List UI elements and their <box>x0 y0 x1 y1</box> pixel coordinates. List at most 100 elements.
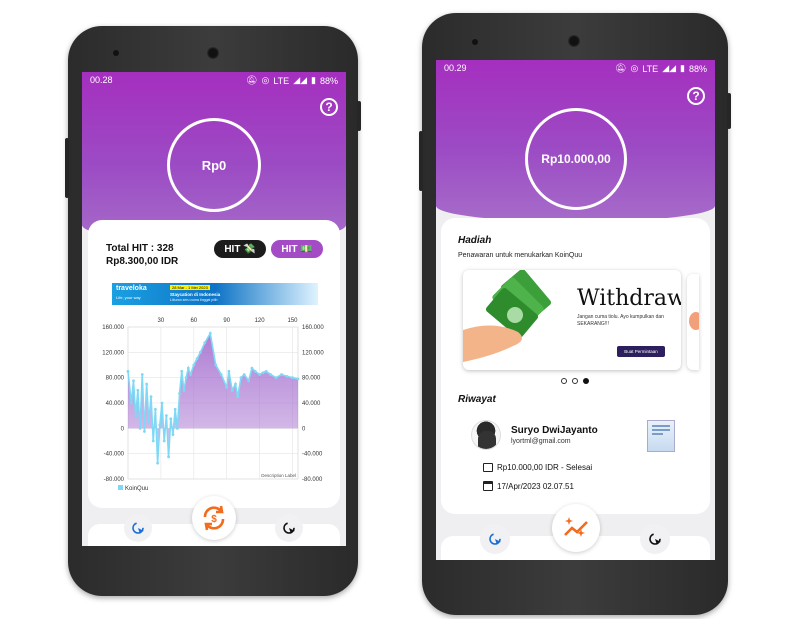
nav-right-button[interactable] <box>640 524 670 554</box>
data-point <box>225 385 229 389</box>
help-icon: ? <box>692 89 700 103</box>
wallet-icon <box>483 463 493 472</box>
data-point <box>184 376 188 380</box>
x-tick-label: 30 <box>158 318 165 324</box>
data-point <box>134 414 138 418</box>
data-point <box>195 357 199 361</box>
exchange-icon: $ <box>203 505 225 531</box>
data-point <box>236 395 240 399</box>
nav-right-button[interactable] <box>275 514 303 542</box>
withdraw-banner[interactable]: Withdraw Jangan cuma tiolu. Ayo kumpulka… <box>463 270 681 370</box>
battery-label: 88% <box>688 63 707 74</box>
data-point <box>169 417 173 421</box>
right-screen: 00.29 🔕︎ ◎ LTE ◢◢ ▮ 88% ? Rp10.000,00 Ha… <box>436 60 715 560</box>
hotspot-icon: ◎ <box>261 75 270 85</box>
koinquu-chart: 160.000 120.000 80.000 40.000 0 -40.000 -80.00… <box>102 318 324 492</box>
help-button[interactable]: ? <box>687 87 705 105</box>
y-tick-label-left: 80.000 <box>106 376 125 382</box>
data-point <box>192 363 196 367</box>
data-point <box>162 439 166 443</box>
front-camera <box>207 47 219 59</box>
hit-button-1[interactable]: HIT 💸 <box>214 240 266 258</box>
network-label: LTE <box>642 63 659 74</box>
hit-button-2[interactable]: HIT 💵 <box>271 240 323 258</box>
y-tick-label-right: 160.000 <box>302 325 324 331</box>
sensor-dot <box>472 39 478 45</box>
avatar <box>471 420 501 450</box>
data-point <box>253 369 257 373</box>
data-point <box>182 388 186 392</box>
carousel-dot-1[interactable] <box>561 378 567 384</box>
data-point <box>242 373 246 376</box>
banner-desc: Jangan cuma tiolu. Ayo kumpulkan dan SEK… <box>577 314 664 327</box>
volume-button <box>65 138 69 198</box>
mute-icon: 🔕︎ <box>246 75 258 85</box>
banner-title: Withdraw <box>577 286 681 311</box>
y-tick-label-left: 160.000 <box>102 325 124 331</box>
nav-center-button[interactable]: $ <box>192 496 236 540</box>
battery-icon: ▮ <box>680 63 685 73</box>
front-camera <box>568 35 580 47</box>
data-point <box>269 373 272 376</box>
carousel-dot-2[interactable] <box>572 378 578 384</box>
history-date: 17/Apr/2023 02.07.51 <box>497 482 574 491</box>
balance-value: Rp0 <box>201 157 227 173</box>
network-label: LTE <box>273 75 290 86</box>
data-point <box>140 373 144 376</box>
nav-left-button[interactable] <box>124 514 152 542</box>
y-tick-label-left: 40.000 <box>106 401 125 407</box>
signal-icon: ◢◢ <box>662 63 677 73</box>
y-tick-label-left: 0 <box>121 426 125 432</box>
left-screen: 00.28 🔕︎ ◎ LTE ◢◢ ▮ 88% ? Rp0 Total HIT … <box>82 72 346 546</box>
x-tick-label: 90 <box>223 318 230 324</box>
x-tick-label: 60 <box>190 318 197 324</box>
data-point <box>167 455 170 459</box>
ad-extra: Liburan seru cuma tinggal pilih <box>170 298 218 302</box>
banner-prev-peek <box>453 274 461 370</box>
carousel-dots <box>561 378 589 384</box>
balance-value: Rp10.000,00 <box>541 152 611 166</box>
data-point <box>138 426 142 430</box>
sensor-dot <box>113 50 119 56</box>
cursor-click-icon <box>283 522 295 534</box>
help-button[interactable]: ? <box>320 98 338 116</box>
y-tick-label-right: 40.000 <box>302 401 321 407</box>
ad-badge: 28 Mar - 1 Mei 2023 <box>170 285 210 290</box>
carousel-dot-3[interactable] <box>583 378 589 384</box>
y-tick-label-left: -40.000 <box>104 452 125 458</box>
data-point <box>285 375 289 378</box>
status-time: 00.29 <box>444 63 467 73</box>
y-tick-label-left: -80.000 <box>104 477 125 483</box>
x-tick-label: 120 <box>255 318 266 324</box>
description-label: Description Label <box>261 473 296 478</box>
banner-request-button[interactable]: Buat Permintaan <box>617 346 665 357</box>
riwayat-title: Riwayat <box>458 394 496 405</box>
data-point <box>136 388 140 392</box>
data-point <box>296 377 300 381</box>
hadiah-title: Hadiah <box>458 235 492 246</box>
balance-circle: Rp0 <box>167 118 261 212</box>
ad-banner[interactable]: traveloka Life, your way 28 Mar - 1 Mei … <box>112 283 318 305</box>
history-item[interactable]: Suryo DwiJayanto lyortml@gmail.com Rp10.… <box>471 418 701 498</box>
nav-center-button[interactable] <box>552 504 600 552</box>
data-point <box>214 363 218 367</box>
history-amount: Rp10.000,00 IDR - Selesai <box>497 463 593 472</box>
data-point <box>230 388 234 392</box>
money-hand-icon <box>463 270 552 362</box>
data-point <box>227 369 231 373</box>
nav-left-button[interactable] <box>480 524 510 554</box>
data-point <box>171 433 175 437</box>
data-point <box>173 407 177 411</box>
hit-card: Total HIT : 328 Rp8.300,00 IDR HIT 💸 HIT… <box>88 220 340 508</box>
status-bar: 00.29 🔕︎ ◎ LTE ◢◢ ▮ 88% <box>436 60 715 74</box>
ad-text: Staycation di Indonesia <box>170 292 221 297</box>
y-tick-label-right: 80.000 <box>302 376 321 382</box>
data-point <box>203 341 207 345</box>
data-point <box>274 376 278 380</box>
y-tick-label-right: 0 <box>302 426 306 432</box>
data-point <box>151 439 155 443</box>
receipt-thumbnail[interactable] <box>647 420 675 452</box>
data-point <box>261 371 265 374</box>
status-time: 00.28 <box>90 75 113 85</box>
cursor-click-icon <box>489 533 501 545</box>
